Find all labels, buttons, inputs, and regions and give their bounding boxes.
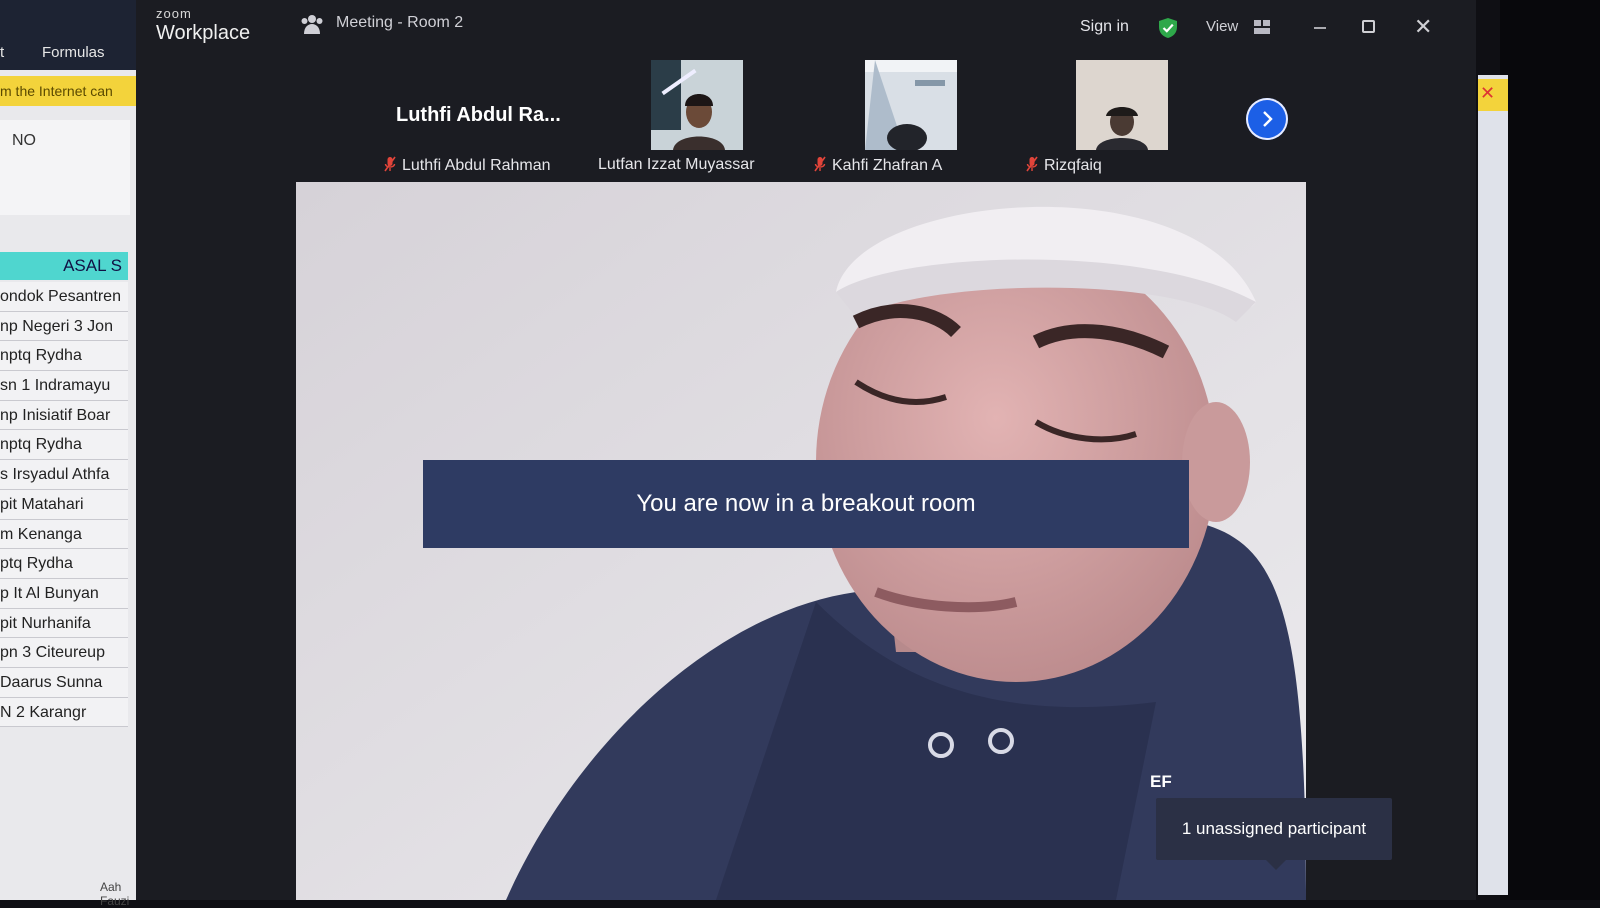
table-row[interactable]: m Kenanga <box>0 519 128 550</box>
table-row[interactable]: pn 3 Citeureup <box>0 638 128 668</box>
next-page-button[interactable] <box>1246 98 1288 140</box>
protected-view-warning: m the Internet can <box>0 76 140 106</box>
table-row[interactable]: N 2 Karangr <box>0 697 128 728</box>
column-asal-header: ASAL S <box>0 252 128 280</box>
spreadsheet-ribbon: t Formulas <box>0 0 140 70</box>
participant-name: Rizqfaiq <box>1044 157 1102 174</box>
table-row[interactable]: p It Al Bunyan <box>0 578 128 609</box>
table-row[interactable]: sn 1 Indramayu <box>0 371 128 401</box>
participant-name: Lutfan Izzat Muyassar <box>598 156 755 173</box>
table-row[interactable]: ondok Pesantren <box>0 282 128 312</box>
table-row[interactable]: ptq Rydha <box>0 549 128 579</box>
chevron-right-icon <box>1263 111 1273 127</box>
sheet-footer-text: Aah Fauzi <box>100 880 130 908</box>
breakout-room-banner: You are now in a breakout room <box>423 460 1189 548</box>
grid-view-icon[interactable] <box>1254 20 1270 34</box>
participant-video-thumbnail <box>651 60 743 150</box>
shield-check-icon[interactable] <box>1158 17 1178 39</box>
table-row[interactable]: s Irsyadul Athfa <box>0 460 128 490</box>
mic-muted-icon <box>814 156 826 172</box>
table-row[interactable]: pit Matahari <box>0 489 128 520</box>
sign-in-link[interactable]: Sign in <box>1080 18 1129 36</box>
background-spreadsheet: t Formulas m the Internet can NO ASAL S … <box>0 0 140 908</box>
participant-initials: EF <box>1150 772 1172 791</box>
maximize-icon[interactable] <box>1362 20 1375 33</box>
title-bar: zoom Workplace Meeting - Room 2 Sign in … <box>136 0 1476 56</box>
close-window-icon[interactable]: ✕ <box>1414 16 1432 38</box>
ribbon-tab-partial[interactable]: t <box>0 44 4 61</box>
participant-tile[interactable]: Lutfan Izzat Muyassar <box>596 60 786 178</box>
warning-close-strip: ✕ <box>1478 79 1508 111</box>
participants-icon <box>301 15 323 34</box>
table-row[interactable]: nptq Rydha <box>0 341 128 372</box>
unassigned-participant-tooltip[interactable]: 1 unassigned participant <box>1156 798 1392 870</box>
view-button[interactable]: View <box>1206 18 1238 35</box>
workplace-title: Workplace <box>156 22 251 44</box>
background-window-edge: ✕ <box>1478 75 1508 895</box>
table-row[interactable]: pit Nurhanifa <box>0 608 128 639</box>
participant-tile[interactable]: Kahfi Zhafran A <box>806 60 996 178</box>
column-no-header: NO <box>0 120 130 215</box>
mic-muted-icon <box>384 156 396 172</box>
participant-tile[interactable]: Rizqfaiq <box>1016 60 1176 178</box>
zoom-window: zoom Workplace Meeting - Room 2 Sign in … <box>136 0 1476 900</box>
table-row[interactable]: nptq Rydha <box>0 430 128 461</box>
minimize-icon[interactable] <box>1312 18 1328 34</box>
participant-strip: Luthfi Abdul Ra... Luthfi Abdul Rahman L… <box>136 56 1476 182</box>
participant-tile[interactable]: Luthfi Abdul Rahman <box>376 60 576 178</box>
participant-name: Luthfi Abdul Rahman <box>402 157 551 174</box>
mic-muted-icon <box>1026 156 1038 172</box>
ribbon-tab-formulas[interactable]: Formulas <box>42 44 105 61</box>
zoom-logo-text: zoom <box>156 6 192 21</box>
table-row[interactable]: Daarus Sunna <box>0 667 128 698</box>
close-icon[interactable]: ✕ <box>1480 83 1495 104</box>
meeting-title: Meeting - Room 2 <box>336 14 464 31</box>
participant-video-thumbnail <box>1076 60 1168 150</box>
participant-name: Kahfi Zhafran A <box>832 157 943 174</box>
participant-video-thumbnail <box>865 60 957 150</box>
table-row[interactable]: np Inisiatif Boar <box>0 400 128 431</box>
table-row[interactable]: np Negeri 3 Jon <box>0 311 128 342</box>
monitor-bezel <box>1500 0 1600 900</box>
spreadsheet-rows: ondok Pesantren np Negeri 3 Jon nptq Ryd… <box>0 282 128 728</box>
